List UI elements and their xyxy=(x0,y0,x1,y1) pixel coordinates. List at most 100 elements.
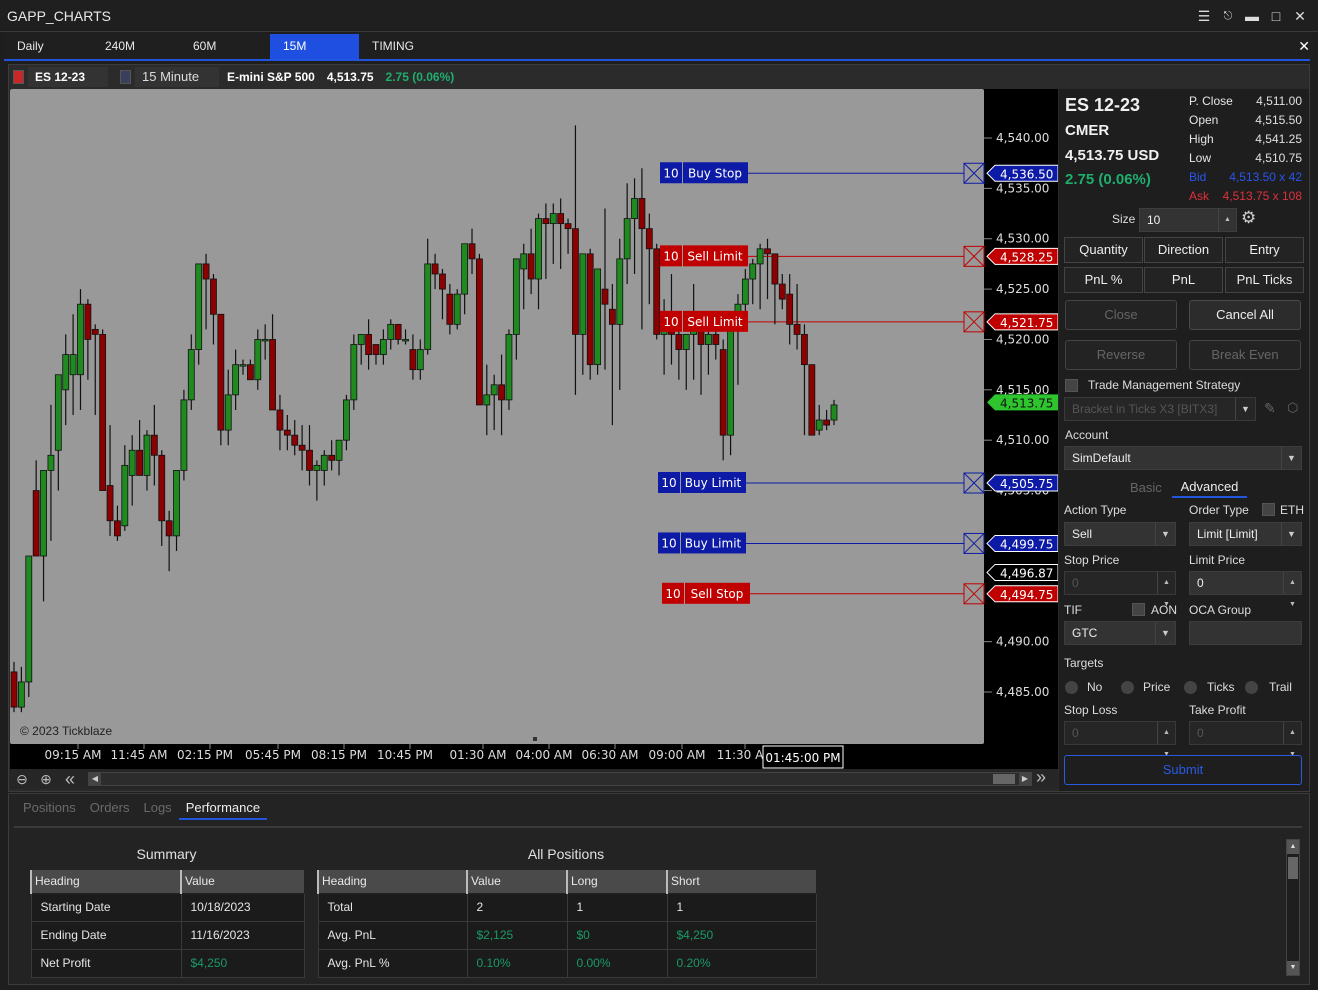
order-tag[interactable]: 10 Sell Limit xyxy=(660,310,748,332)
tab-positions[interactable]: Positions xyxy=(16,800,83,820)
order-tag[interactable]: 10 Buy Stop xyxy=(660,162,748,184)
limit-price-stepper[interactable]: ▲ ▼ xyxy=(1283,572,1301,608)
tab-advanced[interactable]: Advanced xyxy=(1172,479,1247,498)
candle-body[interactable] xyxy=(512,258,520,335)
candle-body[interactable] xyxy=(224,394,232,431)
candle-body[interactable] xyxy=(136,449,143,476)
column-direction-button[interactable]: Direction xyxy=(1144,237,1223,263)
scroll-down-arrow[interactable]: ▼ xyxy=(1287,961,1299,975)
candle-body[interactable] xyxy=(372,344,380,355)
order-tag[interactable]: 10 Sell Limit xyxy=(660,245,748,267)
candle-body[interactable] xyxy=(202,263,210,280)
scroll-up-arrow[interactable]: ▲ xyxy=(1287,840,1299,854)
candle-body[interactable] xyxy=(69,354,77,376)
candle-body[interactable] xyxy=(461,243,469,295)
candle-body[interactable] xyxy=(298,444,306,451)
stop-price-stepper[interactable]: ▲ ▼ xyxy=(1157,572,1175,608)
candle-body[interactable] xyxy=(394,323,402,340)
candle-body[interactable] xyxy=(306,449,313,471)
scroll-left-arrow[interactable]: ◀ xyxy=(89,773,101,785)
tab-60m[interactable]: 60M xyxy=(180,34,270,59)
stop-price-input[interactable]: 0 ▲ ▼ xyxy=(1064,571,1176,608)
candle-body[interactable] xyxy=(453,293,461,325)
price-chart[interactable]: 10 Buy Stop 10 Sell Limit 10 Sell Limit 10 Buy … xyxy=(10,89,1058,769)
pin-icon[interactable]: ⎋ xyxy=(1216,10,1240,23)
tms-select[interactable]: Bracket in Ticks X3 [BITX3] ▼ xyxy=(1064,397,1256,421)
settings-gear-icon[interactable]: ⚙ xyxy=(1241,208,1256,228)
candle-body[interactable] xyxy=(91,328,99,335)
candle-body[interactable] xyxy=(623,218,631,260)
symbol-color-swatch[interactable] xyxy=(13,70,24,84)
candle-body[interactable] xyxy=(150,434,158,456)
candle-body[interactable] xyxy=(557,213,565,225)
take-profit-stepper[interactable]: ▲ ▼ xyxy=(1283,722,1301,758)
candle-body[interactable] xyxy=(468,243,476,260)
candle-body[interactable] xyxy=(476,258,483,406)
candle-body[interactable] xyxy=(527,253,535,280)
timeframe-selector[interactable]: 15 Minute xyxy=(135,67,219,87)
break-even-button[interactable]: Break Even xyxy=(1189,340,1301,370)
candle-body[interactable] xyxy=(54,374,62,451)
order-tag[interactable]: 10 Buy Limit xyxy=(658,472,746,494)
candle-body[interactable] xyxy=(483,394,491,406)
candle-body[interactable] xyxy=(40,470,47,557)
cube-icon[interactable]: ⬡ xyxy=(1287,400,1298,416)
candle-body[interactable] xyxy=(586,253,594,366)
bottom-vertical-scrollbar[interactable]: ▲ ▼ xyxy=(1286,839,1300,976)
timeframe-color-swatch[interactable] xyxy=(120,70,131,84)
candle-body[interactable] xyxy=(505,334,513,401)
candle-body[interactable] xyxy=(727,318,734,436)
candle-body[interactable] xyxy=(62,354,70,391)
tab-daily[interactable]: Daily xyxy=(4,34,92,59)
scroll-start-icon[interactable]: « xyxy=(58,769,82,790)
cancel-all-button[interactable]: Cancel All xyxy=(1189,300,1301,330)
candle-body[interactable] xyxy=(549,213,557,225)
candle-body[interactable] xyxy=(328,454,336,461)
candle-body[interactable] xyxy=(232,364,240,396)
candle-body[interactable] xyxy=(786,293,794,325)
candle-body[interactable] xyxy=(594,268,602,366)
close-position-button[interactable]: Close xyxy=(1065,300,1177,330)
candle-body[interactable] xyxy=(535,218,542,280)
summary-row[interactable]: Ending Date 11/16/2023 xyxy=(30,920,305,950)
maximize-icon[interactable]: □ xyxy=(1264,8,1288,24)
candle-body[interactable] xyxy=(246,364,254,381)
stop-loss-input[interactable]: 0 ▲ ▼ xyxy=(1064,721,1176,758)
tab-240m[interactable]: 240M xyxy=(92,34,180,59)
scroll-right-arrow[interactable]: ▶ xyxy=(1019,773,1031,785)
candle-body[interactable] xyxy=(187,349,195,401)
candle-body[interactable] xyxy=(276,409,284,431)
candle-body[interactable] xyxy=(771,253,779,285)
candle-body[interactable] xyxy=(778,283,786,300)
column-pnl-button[interactable]: PnL xyxy=(1144,267,1223,293)
tab-timing[interactable]: TIMING xyxy=(359,34,449,59)
oca-group-input[interactable] xyxy=(1189,621,1302,645)
candle-body[interactable] xyxy=(579,253,587,335)
minimize-icon[interactable]: ▬ xyxy=(1240,8,1264,24)
positions-header-long[interactable]: Long xyxy=(566,870,667,894)
plot-area[interactable] xyxy=(10,89,984,744)
candle-body[interactable] xyxy=(210,278,217,315)
candle-body[interactable] xyxy=(741,278,749,305)
candle-body[interactable] xyxy=(114,520,121,537)
tab-basic[interactable]: Basic xyxy=(1130,480,1162,495)
candle-body[interactable] xyxy=(165,520,173,537)
candle-body[interactable] xyxy=(335,439,343,461)
take-profit-input[interactable]: 0 ▲ ▼ xyxy=(1189,721,1302,758)
candle-body[interactable] xyxy=(143,434,151,476)
candle-body[interactable] xyxy=(261,339,269,342)
candle-body[interactable] xyxy=(343,399,350,441)
chevron-down-icon[interactable]: ▼ xyxy=(1281,447,1301,469)
candle-body[interactable] xyxy=(402,339,409,342)
tif-select[interactable]: GTC ▼ xyxy=(1064,621,1176,645)
stop-loss-stepper[interactable]: ▲ ▼ xyxy=(1157,722,1175,758)
scroll-thumb[interactable] xyxy=(1288,857,1298,879)
candle-body[interactable] xyxy=(830,404,838,421)
candle-body[interactable] xyxy=(158,454,166,522)
candle-body[interactable] xyxy=(291,434,299,446)
candle-body[interactable] xyxy=(254,339,262,381)
size-stepper[interactable]: ▲▼ xyxy=(1218,209,1236,245)
column-quantity-button[interactable]: Quantity xyxy=(1064,237,1143,263)
target-trail-radio[interactable] xyxy=(1245,681,1258,694)
candle-body[interactable] xyxy=(99,334,107,491)
